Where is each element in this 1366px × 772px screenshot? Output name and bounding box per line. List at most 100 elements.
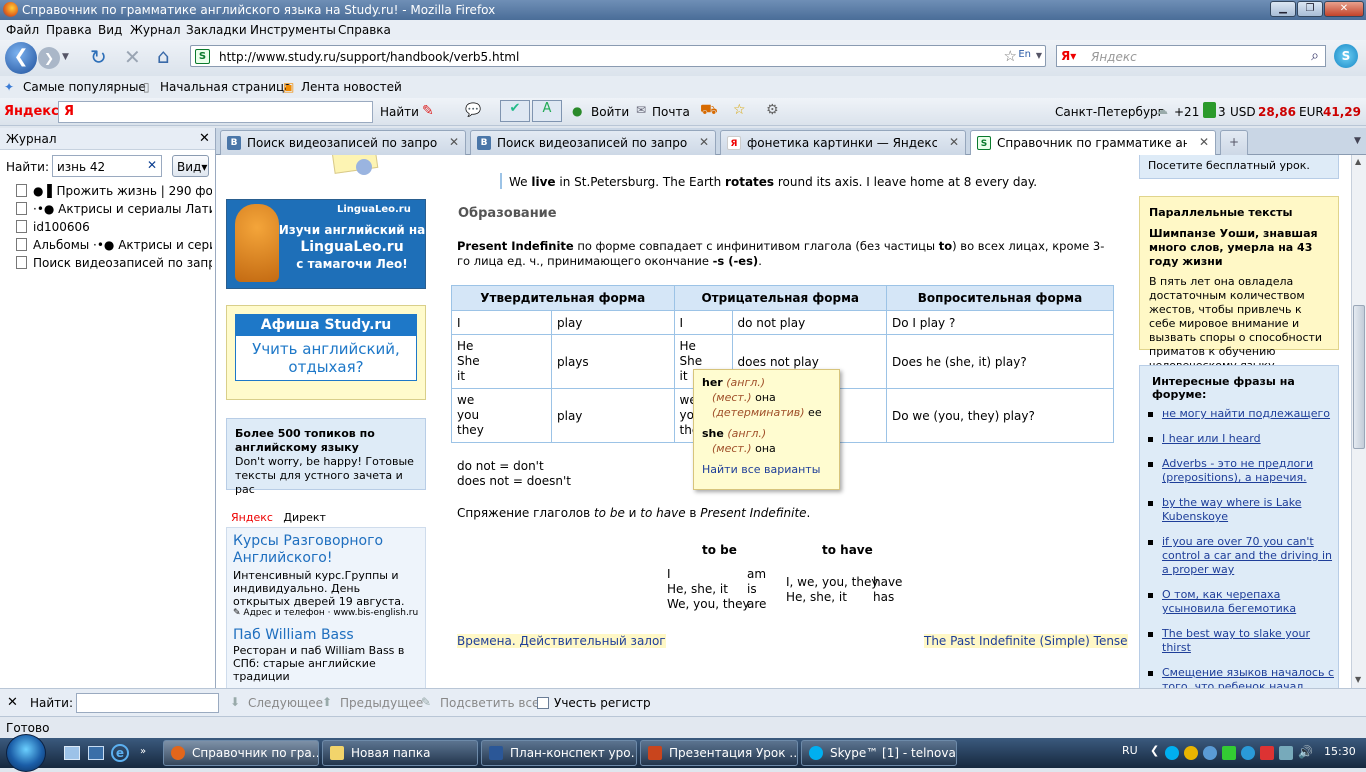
address-bar[interactable]: S http://www.study.ru/support/handbook/v… [190, 45, 1046, 67]
tray-icon[interactable] [1184, 746, 1198, 760]
skype-icon[interactable]: S [1334, 44, 1358, 68]
free-lesson-box[interactable]: Посетите бесплатный урок. [1139, 155, 1339, 179]
language-indicator[interactable]: RU [1122, 744, 1138, 757]
tab-close-icon[interactable]: ✕ [449, 135, 459, 149]
taskbar-firefox[interactable]: Справочник по гра… [163, 740, 319, 766]
market-icon[interactable]: ⛟ [700, 102, 718, 120]
url-text[interactable]: http://www.study.ru/support/handbook/ver… [219, 50, 519, 64]
menu-edit[interactable]: Правка [46, 23, 92, 37]
taskbar-skype[interactable]: Skype™ [1] - telnova… [801, 740, 957, 766]
next-page-link[interactable]: The Past Indefinite (Simple) Tense [924, 634, 1128, 648]
reload-icon[interactable]: ↻ [90, 45, 107, 69]
new-tab-button[interactable]: + [1220, 130, 1248, 155]
start-button[interactable] [6, 734, 46, 772]
forum-link[interactable]: I hear или I heard [1144, 432, 1334, 446]
history-search-input[interactable]: изнь 42 ✕ [52, 155, 162, 177]
highlighter-icon[interactable]: ✎ [422, 103, 434, 119]
search-bar[interactable]: Я▾ Яндекс ⌕ [1056, 45, 1326, 67]
highlight-all-button[interactable]: Подсветить все [440, 696, 539, 710]
sidebar-close-icon[interactable]: ✕ [199, 131, 210, 146]
tab-video-search-2[interactable]: B Поиск видеозаписей по запросу п… ✕ [470, 130, 716, 155]
menu-view[interactable]: Вид [98, 23, 122, 37]
bookmark-most-visited[interactable]: Самые популярные [23, 80, 146, 94]
forum-link[interactable]: The best way to slake your thirst [1144, 627, 1334, 655]
back-button[interactable]: ❮ [5, 42, 37, 74]
prev-page-link[interactable]: Времена. Действительный залог [457, 634, 666, 648]
search-icon[interactable]: ⌕ [1311, 48, 1319, 64]
minimize-button[interactable]: ▁ [1270, 1, 1296, 17]
match-case-checkbox[interactable] [537, 697, 549, 709]
scroll-thumb[interactable] [1353, 305, 1365, 449]
taskbar-word[interactable]: План-конспект уро… [481, 740, 637, 766]
chevron-down-icon[interactable]: ▼ [1036, 51, 1042, 60]
taskbar-folder[interactable]: Новая папка [322, 740, 478, 766]
tab-list-dropdown-icon[interactable]: ▼ [1354, 136, 1361, 146]
settings-gear-icon[interactable]: ⚙ [766, 102, 779, 118]
history-dropdown-icon[interactable]: ▼ [62, 52, 69, 62]
quicklaunch-more-icon[interactable]: » [140, 746, 146, 757]
tab-close-icon[interactable]: ✕ [949, 135, 959, 149]
show-desktop-icon[interactable] [64, 746, 80, 760]
forum-link[interactable]: by the way where is Lake Kubenskoye [1144, 496, 1334, 524]
tray-icon[interactable] [1241, 746, 1255, 760]
favorites-icon[interactable]: ☆ [733, 102, 746, 118]
tray-icon[interactable] [1203, 746, 1217, 760]
scroll-up-icon[interactable]: ▲ [1355, 157, 1361, 166]
findbar-close-icon[interactable]: ✕ [7, 695, 18, 710]
taskbar-powerpoint[interactable]: Презентация Урок … [640, 740, 798, 766]
yandex-search-icon[interactable]: Я▾ [1061, 49, 1076, 63]
bookmark-start-page[interactable]: Начальная страница [160, 80, 292, 94]
yandex-search-input[interactable]: Я [58, 101, 373, 123]
switch-windows-icon[interactable] [88, 746, 104, 760]
forward-button[interactable]: ❯ [38, 47, 60, 69]
volume-icon[interactable]: 🔊 [1298, 745, 1313, 759]
afisha-banner[interactable]: Афиша Study.ru Учить английский, отдыхая… [226, 305, 426, 400]
history-item[interactable]: ·•● Актрисы и сериалы Латинс… [16, 202, 212, 216]
translate-icon[interactable]: En [1018, 49, 1031, 60]
maximize-button[interactable]: ❐ [1297, 1, 1323, 17]
forum-link[interactable]: Смещение языков началось с того, что реб… [1144, 666, 1334, 688]
yandex-logo[interactable]: Яндекс [4, 104, 59, 119]
history-item[interactable]: Поиск видеозаписей по запро… [16, 256, 212, 270]
ad2-title[interactable]: Паб William Bass [233, 627, 419, 644]
menu-file[interactable]: Файл [6, 23, 39, 37]
history-item[interactable]: id100606 [16, 220, 212, 234]
parallel-link[interactable]: Шимпанзе Уоши, знавшая много слов, умерл… [1149, 227, 1329, 269]
menu-tools[interactable]: Инструменты [250, 23, 336, 37]
find-prev-button[interactable]: Предыдущее [340, 696, 423, 710]
tab-video-search-1[interactable]: B Поиск видеозаписей по запросу … ✕ [220, 130, 466, 155]
menu-help[interactable]: Справка [338, 23, 391, 37]
history-item[interactable]: Альбомы ·•● Актрисы и сериа… [16, 238, 212, 252]
tray-icon[interactable] [1222, 746, 1236, 760]
login-button[interactable]: Войти [591, 105, 629, 119]
find-next-button[interactable]: Следующее [248, 696, 323, 710]
findbar-input[interactable] [76, 693, 219, 713]
menu-bookmarks[interactable]: Закладки [186, 23, 247, 37]
bookmark-news-feed[interactable]: Лента новостей [301, 80, 402, 94]
view-button[interactable]: Вид▾ [172, 155, 209, 177]
tab-study-ru[interactable]: S Справочник по грамматике англ… ✕ [970, 130, 1216, 156]
city-name[interactable]: Санкт-Петербург [1055, 105, 1164, 119]
search-input[interactable]: Яндекс [1091, 50, 1137, 64]
forum-link[interactable]: не могу найти подлежащего [1144, 407, 1334, 421]
forum-link[interactable]: О том, как черепаха усыновила бегемотика [1144, 588, 1334, 616]
clock[interactable]: 15:30 [1324, 745, 1356, 758]
forum-link[interactable]: Adverbs - это не предлоги (prepositions)… [1144, 457, 1334, 485]
forum-link[interactable]: if you are over 70 you can't control a c… [1144, 535, 1334, 577]
spellcheck-icon[interactable]: ✔ [500, 100, 530, 122]
menu-history[interactable]: Журнал [130, 23, 181, 37]
find-all-variants-link[interactable]: Найти все варианты [702, 463, 820, 476]
direct-link[interactable]: Директ [283, 511, 326, 524]
home-icon[interactable]: ⌂ [157, 44, 170, 68]
tray-icon[interactable] [1260, 746, 1274, 760]
network-icon[interactable] [1279, 746, 1293, 760]
tab-close-icon[interactable]: ✕ [699, 135, 709, 149]
translate-word-icon[interactable]: A [532, 100, 562, 122]
lingualeo-banner[interactable]: LinguaLeo.ru Изучи английский на LinguaLe… [226, 199, 426, 289]
topics-link[interactable]: Более 500 топиков по английскому языку [235, 427, 417, 455]
clear-search-icon[interactable]: ✕ [147, 158, 157, 172]
vertical-scrollbar[interactable]: ▲ ▼ [1351, 155, 1366, 688]
history-search-value[interactable]: изнь 42 [57, 160, 105, 174]
scroll-down-icon[interactable]: ▼ [1355, 675, 1361, 684]
tab-yandex-images[interactable]: Я фонетика картинки — Яндекс: На… ✕ [720, 130, 966, 155]
